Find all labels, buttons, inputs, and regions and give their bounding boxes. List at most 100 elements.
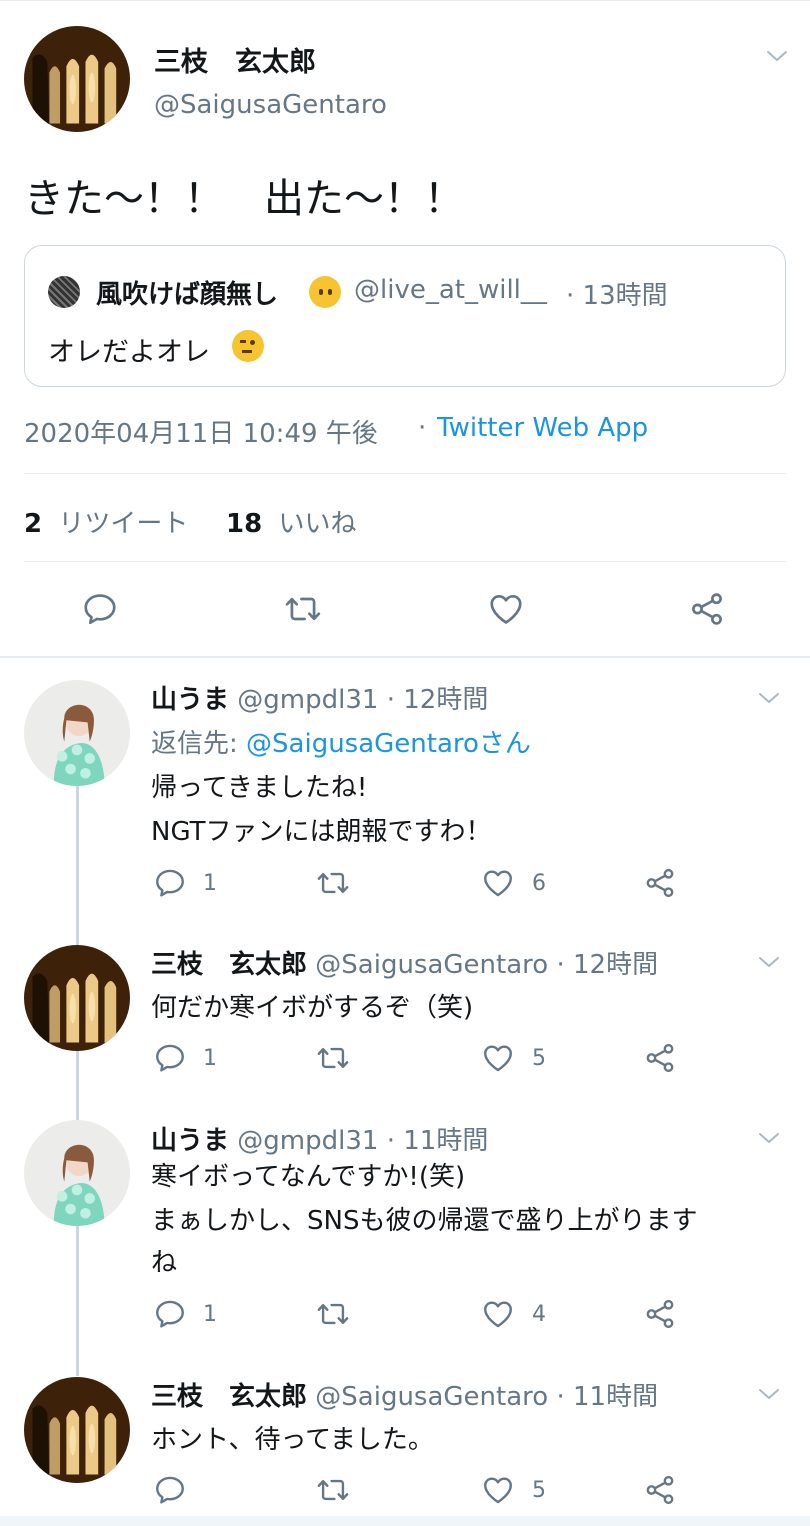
like-count: 4 bbox=[532, 1301, 546, 1327]
retweet-icon bbox=[315, 1473, 351, 1507]
reply1-avatar[interactable] bbox=[24, 680, 130, 786]
reply-count: 1 bbox=[203, 1045, 217, 1071]
share-icon bbox=[688, 590, 726, 628]
share-icon bbox=[643, 1041, 677, 1075]
reply-to-prefix: 返信先: bbox=[151, 729, 247, 759]
retweet-icon bbox=[315, 1041, 351, 1075]
heart-icon bbox=[480, 866, 516, 900]
chevron-down-icon[interactable] bbox=[756, 688, 782, 708]
reply2-name[interactable]: 三枝 玄太郎 bbox=[151, 950, 307, 980]
reply4-like-button[interactable]: 5 bbox=[480, 1473, 546, 1507]
reply3-retweet-button[interactable] bbox=[315, 1297, 351, 1331]
reply2-header: 三枝 玄太郎 @SaigusaGentaro · 12時間 bbox=[151, 944, 658, 981]
reply3-avatar[interactable] bbox=[24, 1120, 130, 1226]
quoted-text: オレだよオレ bbox=[48, 337, 210, 368]
like-count: 6 bbox=[532, 870, 546, 896]
reply3-header: 山うま @gmpdl31 · 11時間 bbox=[151, 1120, 488, 1157]
reply2-avatar[interactable] bbox=[24, 945, 130, 1051]
reply-to-handle[interactable]: @SaigusaGentaroさん bbox=[246, 729, 531, 759]
reply1-handle[interactable]: @gmpdl31 bbox=[237, 685, 378, 715]
bottom-bar bbox=[0, 1516, 810, 1526]
quoted-avatar bbox=[48, 276, 80, 308]
reply1-name[interactable]: 山うま bbox=[151, 685, 229, 715]
timestamp-separator: · bbox=[418, 413, 427, 443]
reply2-share-button[interactable] bbox=[643, 1041, 677, 1075]
reply1-reply-to: 返信先: @SaigusaGentaroさん bbox=[151, 723, 531, 760]
reply3-like-button[interactable]: 4 bbox=[480, 1297, 546, 1331]
retweet-icon bbox=[283, 590, 323, 628]
reply-count: 1 bbox=[203, 870, 217, 896]
like-count: 5 bbox=[532, 1477, 546, 1503]
reply1-like-button[interactable]: 6 bbox=[480, 866, 546, 900]
reply4-time[interactable]: · 11時間 bbox=[556, 1382, 658, 1412]
reply2-text-line1: 何だか寒イボがするぞ（笑) bbox=[151, 993, 474, 1023]
reply4-reply-button[interactable] bbox=[153, 1473, 203, 1507]
client-link[interactable]: Twitter Web App bbox=[437, 413, 648, 443]
author-avatar[interactable] bbox=[24, 26, 130, 132]
retweet-count[interactable]: 2 リツイート bbox=[24, 503, 188, 540]
reply3-time[interactable]: · 11時間 bbox=[387, 1126, 489, 1156]
reply3-text-line3: ね bbox=[151, 1248, 178, 1278]
heart-icon bbox=[480, 1041, 516, 1075]
reply3-handle[interactable]: @gmpdl31 bbox=[237, 1126, 378, 1156]
reply4-share-button[interactable] bbox=[643, 1473, 677, 1507]
author-name[interactable]: 三枝 玄太郎 bbox=[154, 40, 316, 79]
tweet-text: きた〜！！ 出た〜！！ bbox=[24, 176, 464, 222]
reply1-retweet-button[interactable] bbox=[315, 866, 351, 900]
retweet-button[interactable] bbox=[283, 590, 323, 628]
like-count: 5 bbox=[532, 1045, 546, 1071]
reply2-like-button[interactable]: 5 bbox=[480, 1041, 546, 1075]
heart-icon bbox=[480, 1473, 516, 1507]
chevron-down-icon[interactable] bbox=[764, 46, 790, 66]
quoted-handle: @live_at_will__ bbox=[354, 275, 547, 305]
quoted-time: · 13時間 bbox=[566, 281, 668, 311]
reply-icon bbox=[81, 590, 119, 628]
reply-icon bbox=[153, 866, 187, 900]
reply3-name[interactable]: 山うま bbox=[151, 1126, 229, 1156]
like-count-label: いいね bbox=[278, 509, 357, 539]
reply2-reply-button[interactable]: 1 bbox=[153, 1041, 217, 1075]
share-icon bbox=[643, 866, 677, 900]
heart-icon bbox=[480, 1297, 516, 1331]
reply1-header: 山うま @gmpdl31 · 12時間 bbox=[151, 679, 488, 716]
reply4-handle[interactable]: @SaigusaGentaro bbox=[315, 1382, 548, 1412]
reply1-text-line1: 帰ってきましたね! bbox=[151, 773, 368, 803]
reply1-reply-button[interactable]: 1 bbox=[153, 866, 217, 900]
reply1-share-button[interactable] bbox=[643, 866, 677, 900]
thread-line bbox=[76, 786, 79, 1376]
thinking-emoji-icon bbox=[232, 330, 264, 362]
author-handle[interactable]: @SaigusaGentaro bbox=[154, 90, 387, 120]
reply3-text-line2: まぁしかし、SNSも彼の帰還で盛り上がります bbox=[151, 1206, 698, 1236]
heart-icon bbox=[486, 590, 526, 628]
reply4-name[interactable]: 三枝 玄太郎 bbox=[151, 1382, 307, 1412]
chevron-down-icon[interactable] bbox=[756, 1384, 782, 1404]
reply3-reply-button[interactable]: 1 bbox=[153, 1297, 217, 1331]
retweet-count-label: リツイート bbox=[58, 509, 189, 539]
like-count[interactable]: 18 いいね bbox=[226, 503, 356, 540]
retweet-icon bbox=[315, 1297, 351, 1331]
tweet-timestamp[interactable]: 2020年04月11日 10:49 午後 bbox=[24, 413, 378, 450]
reply4-avatar[interactable] bbox=[24, 1377, 130, 1483]
reply-button[interactable] bbox=[81, 590, 119, 628]
reply-icon bbox=[153, 1041, 187, 1075]
reply1-text-line2: NGTファンには朗報ですわ！ bbox=[151, 817, 492, 847]
quoted-name: 風吹けば顔無し bbox=[96, 280, 279, 310]
reply1-time[interactable]: · 12時間 bbox=[387, 685, 489, 715]
reply4-text-line1: ホント、待ってました。 bbox=[151, 1425, 434, 1455]
share-icon bbox=[643, 1473, 677, 1507]
retweet-icon bbox=[315, 866, 351, 900]
like-button[interactable] bbox=[486, 590, 526, 628]
reply4-retweet-button[interactable] bbox=[315, 1473, 351, 1507]
reply2-time[interactable]: · 12時間 bbox=[556, 950, 658, 980]
share-button[interactable] bbox=[688, 590, 726, 628]
reply2-handle[interactable]: @SaigusaGentaro bbox=[315, 950, 548, 980]
share-icon bbox=[643, 1297, 677, 1331]
reply3-share-button[interactable] bbox=[643, 1297, 677, 1331]
chevron-down-icon[interactable] bbox=[756, 1128, 782, 1148]
reply2-retweet-button[interactable] bbox=[315, 1041, 351, 1075]
reply4-header: 三枝 玄太郎 @SaigusaGentaro · 11時間 bbox=[151, 1376, 658, 1413]
like-count-value: 18 bbox=[226, 509, 263, 539]
retweet-count-value: 2 bbox=[24, 509, 43, 539]
reply-count: 1 bbox=[203, 1301, 217, 1327]
chevron-down-icon[interactable] bbox=[756, 952, 782, 972]
